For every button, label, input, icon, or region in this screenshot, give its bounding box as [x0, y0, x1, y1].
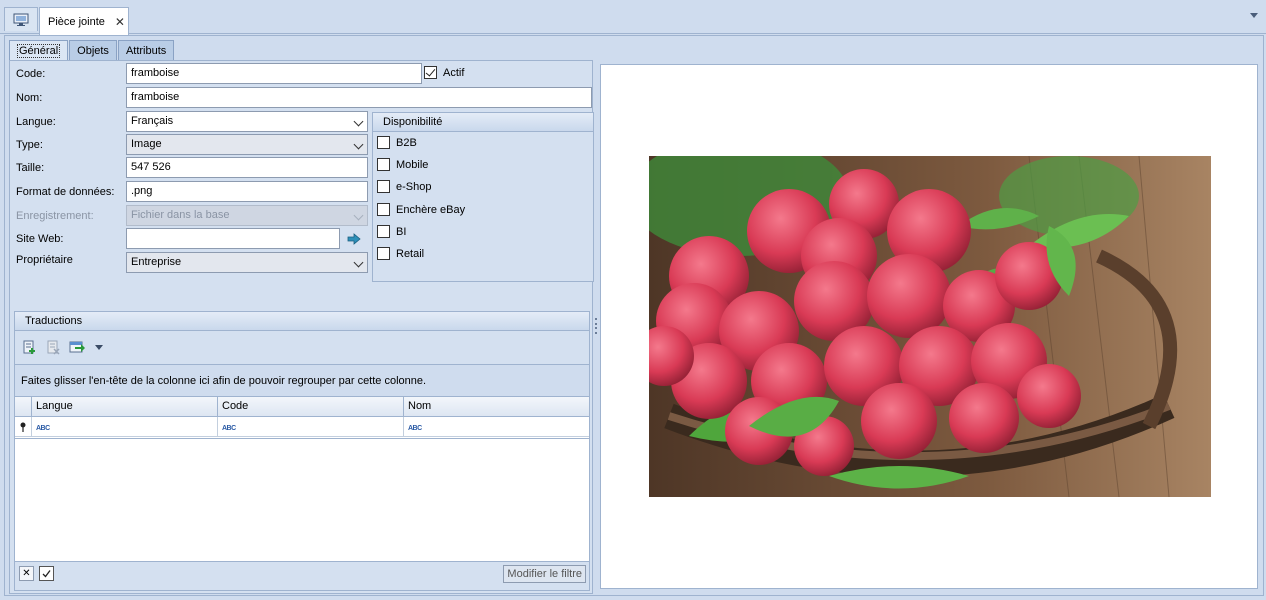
- export-grid-icon[interactable]: [69, 339, 91, 355]
- subtab-strip: Général Objets Attributs: [9, 40, 175, 60]
- enregistrement-label: Enregistrement:: [16, 210, 94, 222]
- attachment-preview: [600, 64, 1258, 589]
- grid-filter-row: ABC ABC ABC: [15, 417, 589, 437]
- filter-pin-icon: [15, 417, 32, 436]
- enregistrement-select: Fichier dans la base: [126, 205, 368, 226]
- tab-objets[interactable]: Objets: [69, 40, 117, 60]
- dispo-item-ebay[interactable]: Enchère eBay: [377, 203, 465, 216]
- type-value: Image: [131, 138, 162, 150]
- open-website-button[interactable]: [344, 230, 364, 248]
- checkbox[interactable]: [377, 180, 390, 193]
- chevron-down-icon: [353, 116, 364, 127]
- desktop-button[interactable]: [4, 7, 38, 31]
- column-header-code[interactable]: Code: [218, 397, 404, 416]
- checkbox[interactable]: [377, 203, 390, 216]
- group-by-hint: Faites glisser l'en-tête de la colonne i…: [15, 364, 589, 397]
- enregistrement-value: Fichier dans la base: [131, 209, 230, 221]
- dispo-item-eshop[interactable]: e-Shop: [377, 180, 431, 193]
- traductions-title: Traductions: [15, 312, 589, 331]
- modify-filter-button[interactable]: Modifier le filtre: [503, 565, 586, 583]
- tab-list-dropdown-icon[interactable]: [1250, 13, 1258, 18]
- close-icon[interactable]: ✕: [115, 15, 125, 29]
- dropdown-arrow-icon[interactable]: [95, 344, 103, 350]
- checkbox[interactable]: [377, 225, 390, 238]
- filter-cell-langue[interactable]: ABC: [32, 417, 218, 436]
- disponibilite-group: Disponibilité B2B Mobile e-Shop Enchère …: [372, 112, 594, 282]
- enable-filter-checkbox[interactable]: [39, 566, 54, 581]
- nom-field[interactable]: framboise: [126, 87, 592, 108]
- column-header-nom[interactable]: Nom: [404, 397, 589, 416]
- chevron-down-icon: [353, 257, 364, 268]
- code-label: Code:: [16, 68, 46, 80]
- main-frame: Général Objets Attributs Code: framboise…: [4, 35, 1264, 596]
- checkbox[interactable]: [377, 136, 390, 149]
- siteweb-field[interactable]: [126, 228, 340, 249]
- proprietaire-select[interactable]: Entreprise: [126, 252, 368, 273]
- abc-filter-icon: ABC: [36, 425, 50, 432]
- filter-cell-nom[interactable]: ABC: [404, 417, 589, 436]
- filter-cell-code[interactable]: ABC: [218, 417, 404, 436]
- traductions-section: Traductions Faites glisser l'en-tête de …: [14, 311, 590, 591]
- siteweb-label: Site Web:: [16, 233, 64, 245]
- chevron-down-icon: [353, 139, 364, 150]
- clear-filter-icon[interactable]: ✕: [19, 566, 34, 581]
- type-select[interactable]: Image: [126, 134, 368, 155]
- abc-filter-icon: ABC: [408, 425, 422, 432]
- traductions-toolbar: [21, 338, 103, 356]
- row-indicator-header: [15, 397, 32, 416]
- grid-body: [15, 438, 589, 440]
- dispo-item-b2b[interactable]: B2B: [377, 136, 417, 149]
- checkbox[interactable]: [377, 158, 390, 171]
- monitor-icon: [13, 13, 29, 26]
- taille-field[interactable]: 547 526: [126, 157, 368, 178]
- delete-row-icon[interactable]: [45, 339, 61, 355]
- taille-label: Taille:: [16, 162, 45, 174]
- grid-filter-bar: ✕ Modifier le filtre: [15, 561, 589, 585]
- tab-title: Pièce jointe: [48, 15, 105, 28]
- langue-label: Langue:: [16, 116, 56, 128]
- format-field[interactable]: .png: [126, 181, 368, 202]
- arrow-right-icon: [347, 233, 361, 245]
- dispo-item-mobile[interactable]: Mobile: [377, 158, 428, 171]
- raspberry-image: [649, 156, 1211, 497]
- actif-checkbox[interactable]: [424, 66, 437, 79]
- checkbox[interactable]: [377, 247, 390, 260]
- actif-label: Actif: [443, 67, 465, 79]
- splitter-handle[interactable]: [595, 318, 598, 334]
- tab-attributs[interactable]: Attributs: [117, 40, 175, 60]
- proprietaire-value: Entreprise: [131, 256, 182, 268]
- disponibilite-title: Disponibilité: [373, 113, 593, 132]
- type-label: Type:: [16, 139, 43, 151]
- code-field[interactable]: framboise: [126, 63, 422, 84]
- proprietaire-label: Propriétaire: [16, 254, 73, 266]
- langue-select[interactable]: Français: [126, 111, 368, 132]
- dispo-item-retail[interactable]: Retail: [377, 247, 424, 260]
- chevron-down-icon: [353, 210, 364, 221]
- column-header-langue[interactable]: Langue: [32, 397, 218, 416]
- add-row-icon[interactable]: [21, 339, 37, 355]
- document-tab-bar: Pièce jointe ✕: [0, 0, 1266, 35]
- langue-value: Français: [131, 115, 174, 127]
- abc-filter-icon: ABC: [222, 425, 236, 432]
- general-panel: Code: framboise Actif Nom: framboise Lan…: [9, 60, 594, 594]
- grid-header-row: Langue Code Nom: [15, 397, 589, 417]
- tab-piece-jointe[interactable]: Pièce jointe ✕: [39, 7, 129, 35]
- nom-label: Nom:: [16, 92, 43, 104]
- format-label: Format de données:: [16, 186, 115, 198]
- dispo-item-bi[interactable]: BI: [377, 225, 406, 238]
- tab-general[interactable]: Général: [9, 40, 69, 60]
- traductions-grid: Langue Code Nom ABC ABC ABC ✕ Modifier l…: [15, 397, 589, 585]
